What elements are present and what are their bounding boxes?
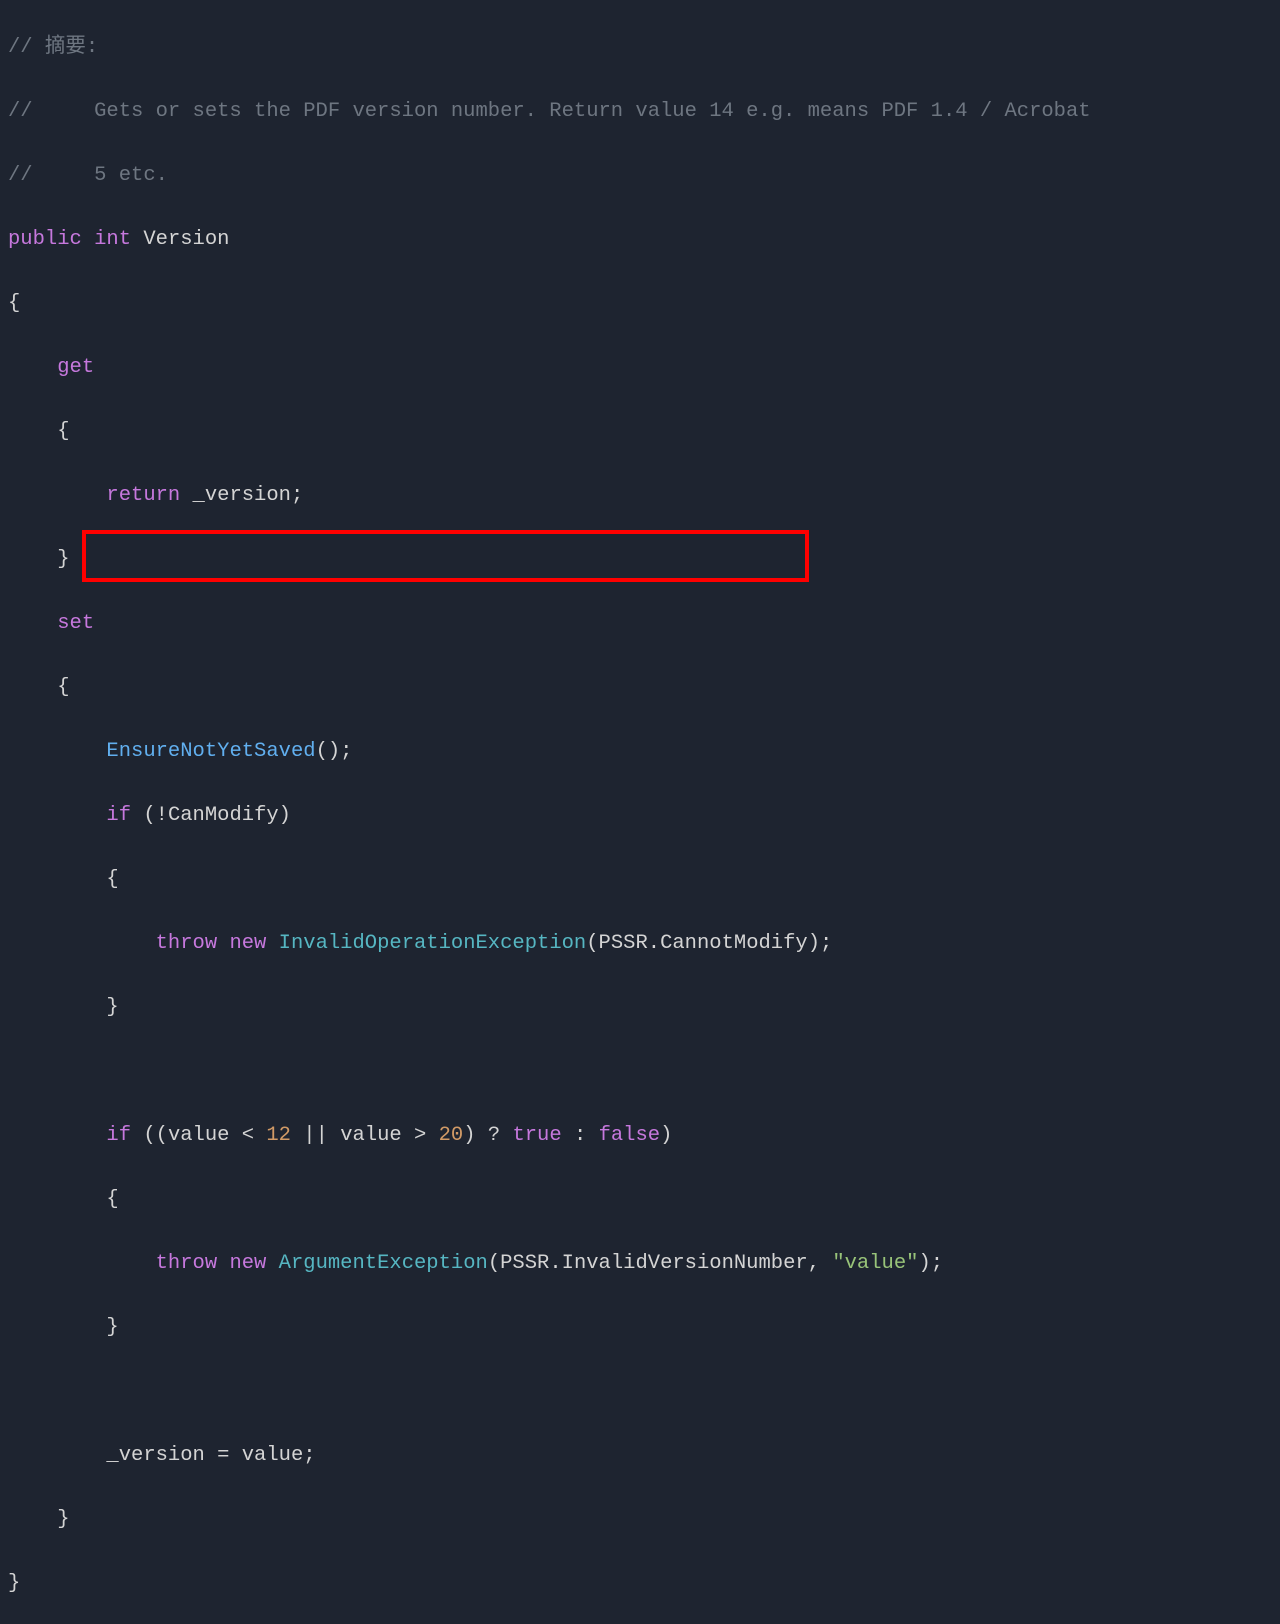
identifier: CanModify [168, 804, 279, 827]
class-name: ArgumentException [279, 1252, 488, 1275]
less-than-operator: < [229, 1124, 266, 1147]
greater-than-operator: > [402, 1124, 439, 1147]
paren-open: ( [488, 1252, 500, 1275]
keyword-new: new [229, 932, 266, 955]
code-line: return _version; [8, 480, 1272, 512]
identifier: InvalidVersionNumber [562, 1252, 808, 1275]
brace-close: } [8, 1572, 20, 1595]
code-line: { [8, 1184, 1272, 1216]
field-name: _version [193, 484, 291, 507]
code-editor: // 摘要: // Gets or sets the PDF version n… [8, 0, 1272, 1624]
code-line: throw new InvalidOperationException(PSSR… [8, 928, 1272, 960]
dot: . [648, 932, 660, 955]
code-line: { [8, 672, 1272, 704]
colon: : [562, 1124, 599, 1147]
code-line: { [8, 416, 1272, 448]
semicolon: ; [303, 1444, 315, 1467]
code-line: } [8, 1504, 1272, 1536]
code-line: get [8, 352, 1272, 384]
keyword-if: if [106, 804, 131, 827]
identifier: value [168, 1124, 230, 1147]
brace-close: } [106, 1316, 118, 1339]
brace-open: { [106, 1188, 118, 1211]
keyword-if: if [106, 1124, 131, 1147]
brace-open: { [8, 292, 20, 315]
comment-text: // 5 etc. [8, 164, 168, 187]
keyword-int: int [94, 228, 131, 251]
paren-open: ( [586, 932, 598, 955]
keyword-set: set [57, 612, 94, 635]
code-line: public int Version [8, 224, 1272, 256]
brace-open: { [106, 868, 118, 891]
identifier: value [340, 1124, 402, 1147]
paren-close: ); [918, 1252, 943, 1275]
brace-open: { [57, 420, 69, 443]
identifier: PSSR [599, 932, 648, 955]
code-line: set [8, 608, 1272, 640]
assign-operator: = [205, 1444, 242, 1467]
code-line: { [8, 864, 1272, 896]
code-line [8, 1376, 1272, 1408]
keyword-true: true [512, 1124, 561, 1147]
paren-close: ); [808, 932, 833, 955]
method-call: EnsureNotYetSaved [106, 740, 315, 763]
code-line: // 5 etc. [8, 160, 1272, 192]
parens: (); [316, 740, 353, 763]
paren-close: ) [279, 804, 291, 827]
code-line: } [8, 992, 1272, 1024]
identifier: PSSR [500, 1252, 549, 1275]
paren-close: ) [660, 1124, 672, 1147]
or-operator: || [291, 1124, 340, 1147]
number-literal: 20 [439, 1124, 464, 1147]
code-line: if (!CanModify) [8, 800, 1272, 832]
paren-open: ( [131, 804, 156, 827]
brace-close: } [57, 1508, 69, 1531]
class-name: InvalidOperationException [279, 932, 587, 955]
code-line: // Gets or sets the PDF version number. … [8, 96, 1272, 128]
code-line: throw new ArgumentException(PSSR.Invalid… [8, 1248, 1272, 1280]
keyword-new: new [229, 1252, 266, 1275]
code-line [8, 1056, 1272, 1088]
code-line: // 摘要: [8, 32, 1272, 64]
ternary: ) ? [463, 1124, 512, 1147]
not-operator: ! [156, 804, 168, 827]
keyword-throw: throw [156, 1252, 218, 1275]
dot: . [549, 1252, 561, 1275]
keyword-public: public [8, 228, 82, 251]
code-line: } [8, 544, 1272, 576]
keyword-get: get [57, 356, 94, 379]
comment-text: // 摘要: [8, 36, 98, 59]
code-line: _version = value; [8, 1440, 1272, 1472]
paren-open: (( [131, 1124, 168, 1147]
string-literal: "value" [832, 1252, 918, 1275]
field-name: _version [106, 1444, 204, 1467]
brace-close: } [106, 996, 118, 1019]
identifier: CannotModify [660, 932, 808, 955]
brace-open: { [57, 676, 69, 699]
comment-text: // Gets or sets the PDF version number. … [8, 100, 1091, 123]
keyword-throw: throw [156, 932, 218, 955]
keyword-false: false [599, 1124, 661, 1147]
comma: , [808, 1252, 833, 1275]
code-line: { [8, 288, 1272, 320]
code-line: } [8, 1568, 1272, 1600]
code-line: EnsureNotYetSaved(); [8, 736, 1272, 768]
property-name: Version [143, 228, 229, 251]
brace-close: } [57, 548, 69, 571]
identifier: value [242, 1444, 304, 1467]
code-line-highlighted: if ((value < 12 || value > 20) ? true : … [8, 1120, 1272, 1152]
number-literal: 12 [266, 1124, 291, 1147]
semicolon: ; [291, 484, 303, 507]
code-line: } [8, 1312, 1272, 1344]
keyword-return: return [106, 484, 180, 507]
